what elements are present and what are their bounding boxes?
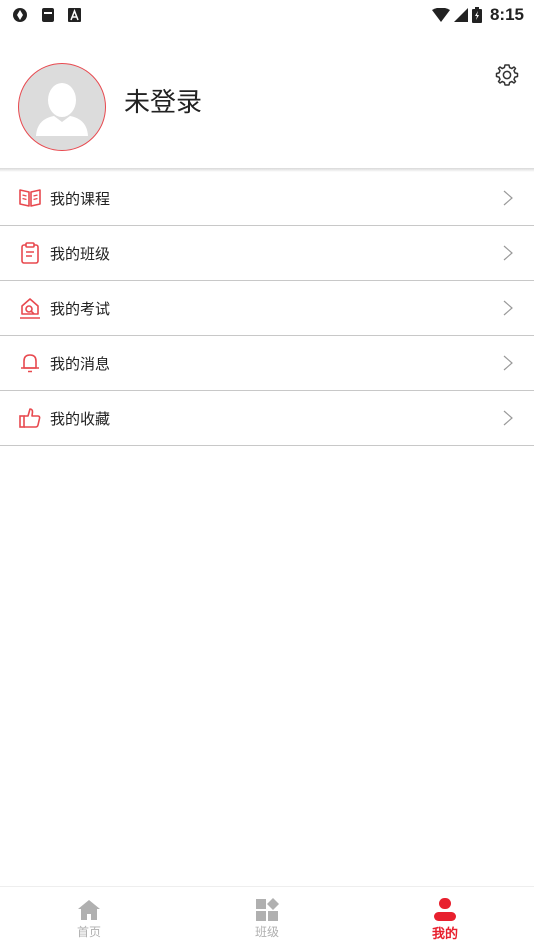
menu-item-label: 我的考试	[50, 300, 111, 318]
avatar[interactable]	[18, 63, 106, 151]
menu-list: 我的课程 我的班级 我的考试 我的消息 我的收藏	[0, 171, 534, 446]
book-icon	[19, 189, 41, 207]
sim-icon	[42, 8, 54, 22]
menu-item-label: 我的消息	[50, 355, 111, 373]
clipboard-icon	[21, 242, 39, 264]
tab-label: 班级	[254, 925, 279, 939]
signal-icon	[453, 8, 468, 22]
status-bar: 8:15	[0, 0, 534, 30]
menu-item-label: 我的课程	[50, 190, 111, 208]
sync-icon	[13, 8, 27, 22]
menu-item-courses[interactable]: 我的课程	[0, 171, 534, 226]
bell-icon	[21, 354, 39, 373]
exam-icon	[20, 298, 40, 319]
tab-mine[interactable]: 我的	[356, 887, 534, 951]
tab-label: 我的	[431, 927, 458, 942]
gear-icon[interactable]	[495, 63, 519, 87]
status-time: 8:15	[489, 5, 524, 24]
bottom-nav: 首页 班级 我的	[0, 886, 534, 951]
wifi-icon	[431, 8, 450, 22]
chevron-right-icon	[503, 410, 513, 426]
thumbs-up-icon	[19, 408, 41, 428]
home-icon	[78, 900, 100, 920]
status-left-icons	[12, 7, 81, 23]
person-icon	[434, 898, 456, 921]
tab-home[interactable]: 首页	[0, 887, 178, 951]
a-icon	[68, 8, 81, 22]
battery-icon	[471, 7, 482, 23]
menu-item-classes[interactable]: 我的班级	[0, 226, 534, 281]
profile-header: 未登录	[0, 30, 534, 170]
menu-item-exams[interactable]: 我的考试	[0, 281, 534, 336]
chevron-right-icon	[503, 190, 513, 206]
menu-item-label: 我的收藏	[50, 410, 111, 428]
default-avatar-icon	[36, 83, 88, 136]
menu-item-messages[interactable]: 我的消息	[0, 336, 534, 391]
grid-icon	[256, 898, 279, 921]
menu-item-favorites[interactable]: 我的收藏	[0, 391, 534, 446]
menu-item-label: 我的班级	[50, 245, 111, 263]
status-right-icons: 8:15	[431, 5, 524, 25]
username[interactable]: 未登录	[124, 82, 202, 119]
chevron-right-icon	[503, 355, 513, 371]
chevron-right-icon	[503, 300, 513, 316]
tab-classes[interactable]: 班级	[178, 887, 356, 951]
chevron-right-icon	[503, 245, 513, 261]
tab-label: 首页	[76, 925, 101, 939]
